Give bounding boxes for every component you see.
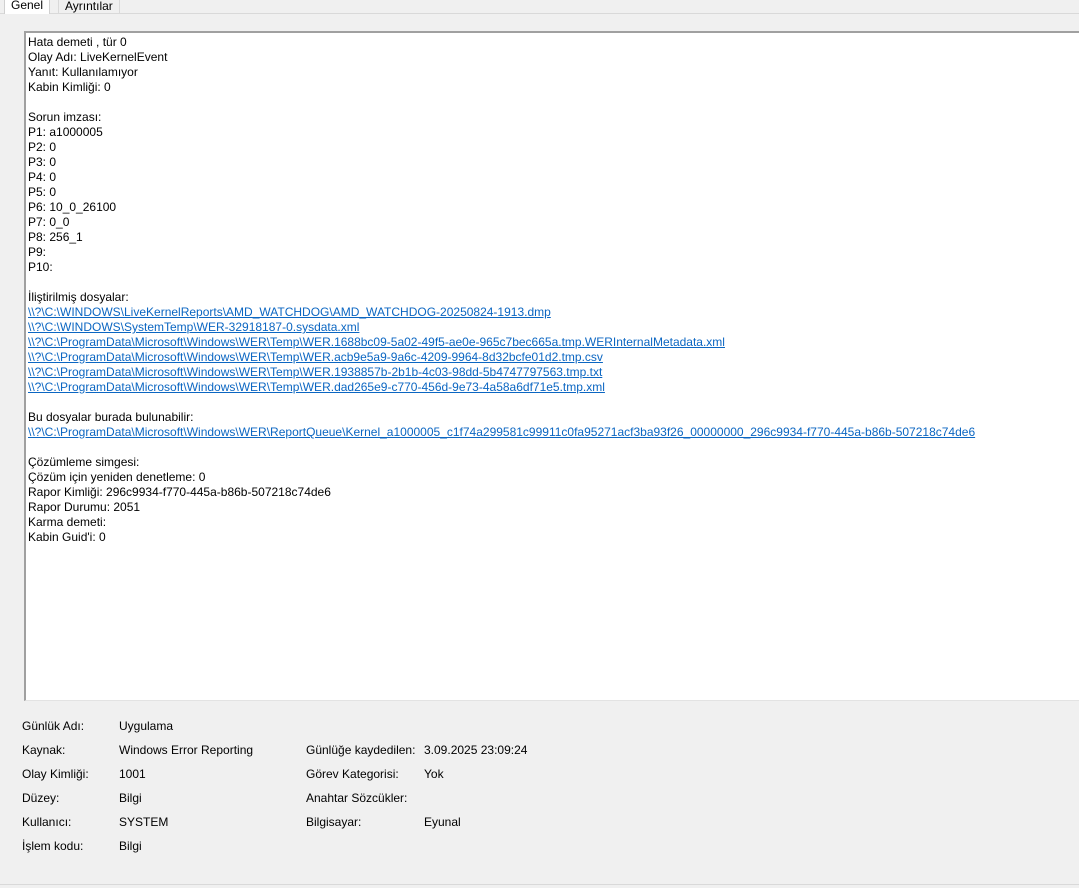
description-line: P2: 0 (28, 140, 57, 154)
computer-value: Eyunal (424, 815, 461, 829)
description-link-line: \\?\C:\ProgramData\Microsoft\Windows\WER… (28, 350, 1079, 365)
keywords-label: Anahtar Sözcükler: (306, 791, 408, 805)
description-link-line: \\?\C:\ProgramData\Microsoft\Windows\WER… (28, 365, 1079, 380)
tab-strip: Genel Ayrıntılar (0, 0, 1079, 15)
description-link-line: \\?\C:\ProgramData\Microsoft\Windows\WER… (28, 335, 1079, 350)
description-line: P3: 0 (28, 155, 57, 169)
file-path-link[interactable]: \\?\C:\WINDOWS\LiveKernelReports\AMD_WAT… (28, 305, 551, 319)
description-line (28, 95, 1079, 110)
description-line: P7: 0_0 (28, 215, 70, 229)
file-path-link[interactable]: \\?\C:\ProgramData\Microsoft\Windows\WER… (28, 425, 975, 439)
level-value: Bilgi (119, 791, 142, 805)
logged-label: Günlüğe kaydedilen: (306, 743, 416, 757)
description-link-line: \\?\C:\WINDOWS\LiveKernelReports\AMD_WAT… (28, 305, 1079, 320)
description-line: P4: 0 (28, 170, 57, 184)
description-line: P9: (28, 245, 47, 259)
file-path-link[interactable]: \\?\C:\ProgramData\Microsoft\Windows\WER… (28, 350, 603, 364)
source-label: Kaynak: (22, 743, 66, 757)
description-line: P10: (28, 260, 53, 274)
computer-label: Bilgisayar: (306, 815, 362, 829)
description-line: İliştirilmiş dosyalar: (28, 290, 129, 304)
description-line: Rapor Kimliği: 296c9934-f770-445a-b86b-5… (28, 485, 331, 499)
description-line: Sorun imzası: (28, 110, 102, 124)
opcode-value: Bilgi (119, 839, 142, 853)
file-path-link[interactable]: \\?\C:\ProgramData\Microsoft\Windows\WER… (28, 335, 725, 349)
file-path-link[interactable]: \\?\C:\ProgramData\Microsoft\Windows\WER… (28, 365, 602, 379)
description-line (28, 395, 1079, 410)
log-name-label: Günlük Adı: (22, 719, 85, 733)
description-line: P6: 10_0_26100 (28, 200, 117, 214)
description-line: Çözümleme simgesi: (28, 455, 140, 469)
description-line: Kabin Kimliği: 0 (28, 80, 111, 94)
description-link-line: \\?\C:\WINDOWS\SystemTemp\WER-32918187-0… (28, 320, 1079, 335)
bottom-divider (0, 884, 1079, 885)
description-line: Karma demeti: (28, 515, 107, 529)
user-value: SYSTEM (119, 815, 169, 829)
description-line: P5: 0 (28, 185, 57, 199)
file-path-link[interactable]: \\?\C:\ProgramData\Microsoft\Windows\WER… (28, 380, 605, 394)
description-line: P8: 256_1 (28, 230, 83, 244)
event-id-value: 1001 (119, 767, 146, 781)
opcode-label: İşlem kodu: (22, 839, 84, 853)
description-line: Rapor Durumu: 2051 (28, 500, 141, 514)
log-name-value: Uygulama (119, 719, 174, 733)
task-category-value: Yok (424, 767, 444, 781)
task-category-label: Görev Kategorisi: (306, 767, 399, 781)
event-properties: Günlük Adı: Uygulama Kaynak: Windows Err… (0, 714, 1079, 864)
event-description-text: Hata demeti , tür 0 Olay Adı: LiveKernelE… (28, 35, 1079, 545)
source-value: Windows Error Reporting (119, 743, 254, 757)
file-path-link[interactable]: \\?\C:\WINDOWS\SystemTemp\WER-32918187-0… (28, 320, 359, 334)
event-description-box[interactable]: Hata demeti , tür 0 Olay Adı: LiveKernelE… (24, 31, 1079, 701)
description-line: P1: a1000005 (28, 125, 103, 139)
user-label: Kullanıcı: (22, 815, 72, 829)
tab-general[interactable]: Genel (4, 0, 51, 14)
description-line (28, 275, 1079, 290)
description-line: Yanıt: Kullanılamıyor (28, 65, 138, 79)
description-line: Kabin Guid'i: 0 (28, 530, 106, 544)
description-link-line: \\?\C:\ProgramData\Microsoft\Windows\WER… (28, 380, 1079, 395)
event-id-label: Olay Kimliği: (22, 767, 89, 781)
description-line (28, 440, 1079, 455)
description-line: Hata demeti , tür 0 (28, 35, 127, 49)
description-line: Bu dosyalar burada bulunabilir: (28, 410, 194, 424)
level-label: Düzey: (22, 791, 60, 805)
description-line: Çözüm için yeniden denetleme: 0 (28, 470, 206, 484)
logged-value: 3.09.2025 23:09:24 (424, 743, 528, 757)
description-link-line: \\?\C:\ProgramData\Microsoft\Windows\WER… (28, 425, 1079, 440)
description-line: Olay Adı: LiveKernelEvent (28, 50, 168, 64)
